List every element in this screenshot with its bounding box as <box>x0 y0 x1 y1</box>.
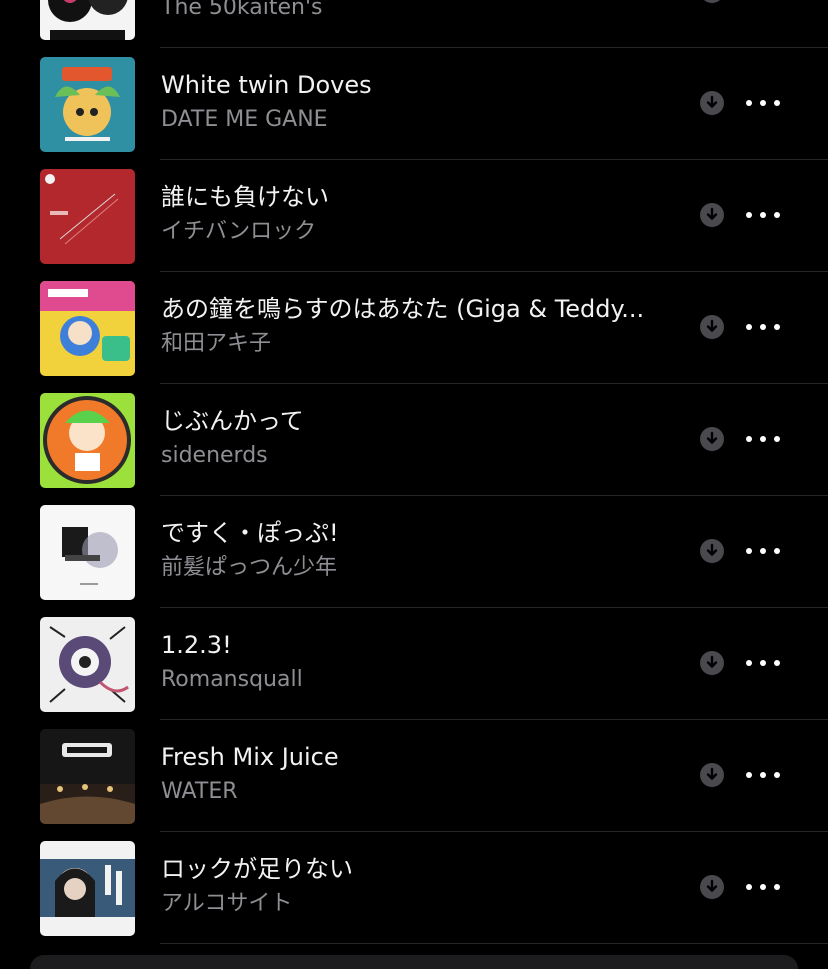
song-row[interactable]: The 50kaiten's <box>0 0 828 48</box>
album-artwork <box>40 281 135 376</box>
download-icon[interactable] <box>700 91 724 115</box>
song-row[interactable]: あの鐘を鳴らすのはあなた (Giga & Teddy... 和田アキ子 <box>0 272 828 384</box>
song-title: 誰にも負けない <box>161 183 329 211</box>
song-artist: Romansquall <box>161 667 303 692</box>
download-icon[interactable] <box>700 427 724 451</box>
song-row[interactable]: Fresh Mix Juice WATER <box>0 720 828 832</box>
song-artist: 和田アキ子 <box>161 331 272 356</box>
album-artwork <box>40 617 135 712</box>
more-options-icon[interactable] <box>746 91 780 115</box>
more-options-icon[interactable] <box>746 0 780 3</box>
album-artwork <box>40 393 135 488</box>
download-icon[interactable] <box>700 203 724 227</box>
song-artist: DATE ME GANE <box>161 107 328 132</box>
download-icon[interactable] <box>700 539 724 563</box>
song-artist: sidenerds <box>161 443 268 468</box>
more-options-icon[interactable] <box>746 203 780 227</box>
album-artwork <box>40 841 135 936</box>
more-options-icon[interactable] <box>746 651 780 675</box>
album-artwork <box>40 169 135 264</box>
more-options-icon[interactable] <box>746 763 780 787</box>
song-row[interactable]: ロックが足りない アルコサイト <box>0 832 828 944</box>
song-artist: WATER <box>161 779 238 804</box>
song-row[interactable]: 1.2.3! Romansquall <box>0 608 828 720</box>
song-artist: イチバンロック <box>161 219 317 244</box>
song-title: White twin Doves <box>161 71 372 99</box>
song-title: あの鐘を鳴らすのはあなた (Giga & Teddy... <box>161 295 645 323</box>
song-row[interactable]: White twin Doves DATE ME GANE <box>0 48 828 160</box>
song-row[interactable]: じぶんかって sidenerds <box>0 384 828 496</box>
album-artwork <box>40 57 135 152</box>
more-options-icon[interactable] <box>746 875 780 899</box>
download-icon[interactable] <box>700 0 724 3</box>
song-list: The 50kaiten's White twin Doves DATE ME … <box>0 0 828 944</box>
more-options-icon[interactable] <box>746 539 780 563</box>
mini-player-edge[interactable] <box>30 955 798 969</box>
album-artwork <box>40 729 135 824</box>
download-icon[interactable] <box>700 315 724 339</box>
more-options-icon[interactable] <box>746 427 780 451</box>
song-row[interactable]: ですく・ぽっぷ! 前髪ぱっつん少年 <box>0 496 828 608</box>
song-artist: 前髪ぱっつん少年 <box>161 555 338 580</box>
song-artist: アルコサイト <box>161 891 293 916</box>
row-divider <box>160 943 828 944</box>
song-title: ですく・ぽっぷ! <box>161 519 339 547</box>
download-icon[interactable] <box>700 763 724 787</box>
song-title: じぶんかって <box>161 407 304 435</box>
song-artist: The 50kaiten's <box>161 0 323 20</box>
album-artwork <box>40 505 135 600</box>
download-icon[interactable] <box>700 651 724 675</box>
song-title: Fresh Mix Juice <box>161 743 339 771</box>
more-options-icon[interactable] <box>746 315 780 339</box>
download-icon[interactable] <box>700 875 724 899</box>
album-artwork <box>40 0 135 40</box>
song-row[interactable]: 誰にも負けない イチバンロック <box>0 160 828 272</box>
song-title: 1.2.3! <box>161 631 232 659</box>
song-title: ロックが足りない <box>161 855 353 883</box>
